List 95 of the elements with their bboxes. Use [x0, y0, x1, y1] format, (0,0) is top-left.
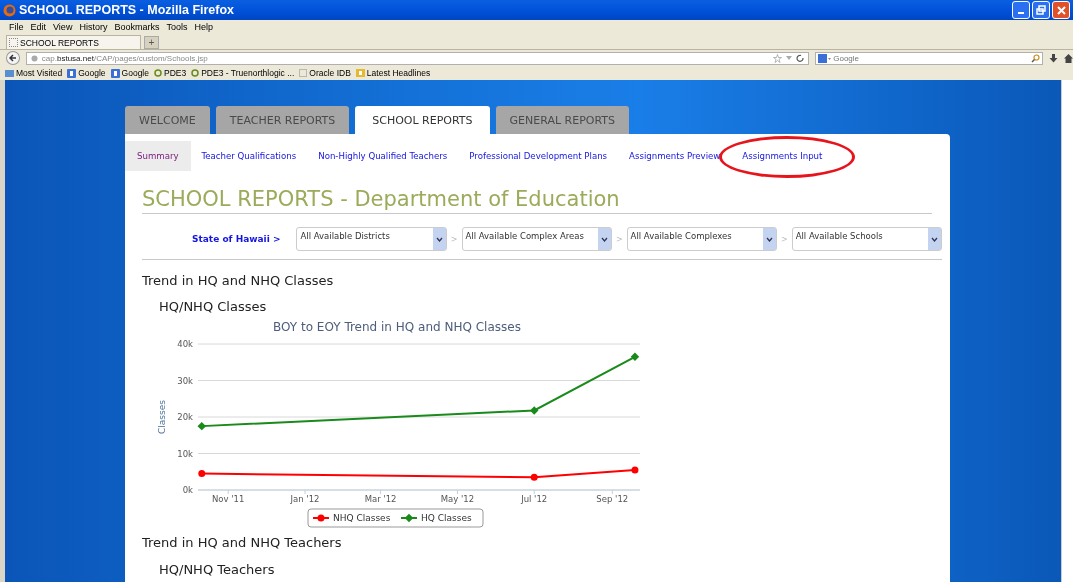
legend-marker-icon: [400, 513, 418, 523]
menu-item[interactable]: Tools: [166, 21, 188, 32]
breadcrumb-link[interactable]: State of Hawaii >: [192, 234, 281, 244]
tick-label: Jul '12: [521, 494, 548, 504]
bookmark-item[interactable]: Most Visited: [5, 68, 63, 78]
back-button[interactable]: [6, 51, 20, 65]
breadcrumb-separator: >: [450, 234, 458, 244]
point: [631, 466, 639, 474]
subnav-link[interactable]: Assignments Preview: [618, 141, 732, 171]
minimize-button[interactable]: [1012, 1, 1030, 19]
google-icon: [110, 68, 120, 78]
leaf-icon: [191, 69, 200, 77]
tick-label: Jan '12: [290, 494, 320, 504]
tick-label: 20k: [177, 412, 193, 422]
filter-dropdown[interactable]: All Available Districts: [296, 227, 447, 251]
scrollbar[interactable]: [1061, 80, 1073, 582]
star-icon[interactable]: [773, 53, 783, 63]
back-arrow-icon: [8, 54, 17, 62]
firefox-icon: [3, 3, 16, 17]
restore-icon: [1036, 5, 1046, 15]
subnav-link[interactable]: Summary: [125, 141, 191, 171]
tick-label: 0k: [182, 485, 193, 495]
legend-marker-icon: [312, 514, 330, 522]
bookmark-item[interactable]: Google: [67, 68, 106, 78]
google-icon: [67, 68, 77, 78]
menu-item[interactable]: Edit: [30, 21, 47, 32]
section-heading: Trend in HQ and NHQ Classes: [142, 273, 335, 288]
page-title: SCHOOL REPORTS - Department of Education: [142, 187, 932, 214]
menu-item[interactable]: Help: [194, 21, 213, 32]
bookmark-item[interactable]: PDE3: [154, 68, 187, 78]
reload-icon[interactable]: [796, 54, 805, 62]
page-icon: [299, 69, 308, 77]
search-icon[interactable]: [1031, 53, 1041, 63]
filter-dropdown[interactable]: All Available Schools: [791, 227, 942, 251]
point: [530, 473, 538, 481]
bookmark-item[interactable]: Google: [110, 68, 149, 78]
chevron-down-icon: [765, 236, 773, 242]
chevron-down-icon: [435, 236, 443, 242]
url-text: cap.bstusa.net/CAP/pages/custom/Schools.jsp: [41, 53, 209, 63]
menu-item[interactable]: History: [79, 21, 108, 32]
feed-folder-icon: [355, 68, 365, 78]
tick-label: May '12: [440, 494, 475, 504]
menu-item[interactable]: File: [9, 21, 24, 32]
chart-heading: HQ/NHQ Teachers: [159, 562, 276, 577]
nav-tab[interactable]: SCHOOL REPORTS: [355, 106, 490, 134]
tick-label: Nov '11: [212, 494, 245, 504]
subnav-link[interactable]: Assignments Input: [731, 141, 834, 171]
bookmark-item[interactable]: PDE3 - Truenorthlogic ...: [191, 68, 295, 78]
section-heading: Trend in HQ and NHQ Teachers: [142, 535, 343, 550]
breadcrumb-separator: >: [615, 234, 623, 244]
point: [198, 470, 206, 478]
tick-label: Mar '12: [364, 494, 397, 504]
filter-dropdown[interactable]: All Available Complex Areas: [461, 227, 612, 251]
menu-item[interactable]: Bookmarks: [114, 21, 160, 32]
legend-label[interactable]: HQ Classes: [421, 513, 472, 523]
subnav-link[interactable]: Non-Highly Qualified Teachers: [307, 141, 459, 171]
close-icon: [1056, 5, 1066, 15]
new-tab-button[interactable]: +: [144, 36, 159, 49]
chevron-down-icon: [600, 236, 608, 242]
download-icon[interactable]: [1049, 53, 1059, 63]
google-icon[interactable]: [818, 53, 832, 63]
bookmark-item[interactable]: Oracle IDB: [299, 68, 351, 78]
browser-tab[interactable]: SCHOOL REPORTS: [6, 35, 141, 49]
chevron-down-icon: [931, 236, 938, 242]
bookmark-item[interactable]: Latest Headlines: [355, 68, 431, 78]
subnav-link[interactable]: Professional Development Plans: [458, 141, 619, 171]
address-bar[interactable]: cap.bstusa.net/CAP/pages/custom/Schools.jsp: [25, 51, 810, 65]
axis-title: Classes: [157, 400, 167, 434]
chart-heading: HQ/NHQ Classes: [159, 299, 268, 314]
tick-label: 30k: [177, 375, 193, 386]
tick-label: Sep '12: [596, 494, 629, 504]
page-icon: [9, 38, 18, 47]
point: [197, 421, 207, 431]
nav-tab[interactable]: GENERAL REPORTS: [495, 106, 629, 134]
leaf-icon: [154, 69, 162, 77]
caret-icon[interactable]: [786, 56, 793, 60]
close-button[interactable]: [1052, 1, 1070, 19]
folder-icon: [5, 68, 14, 78]
tick-label: 10k: [177, 448, 193, 459]
chart-title: BOY to EOY Trend in HQ and NHQ Classes: [273, 320, 521, 334]
nav-tab[interactable]: WELCOME: [125, 106, 210, 134]
restore-button[interactable]: [1032, 1, 1050, 19]
tick-label: 40k: [177, 339, 193, 349]
menu-item[interactable]: View: [53, 21, 73, 32]
window-title: SCHOOL REPORTS - Mozilla Firefox: [19, 3, 235, 17]
subnav-link[interactable]: Teacher Qualifications: [190, 141, 308, 171]
globe-icon: [30, 54, 38, 62]
breadcrumb-separator: >: [780, 234, 788, 244]
search-field[interactable]: Google: [815, 51, 1044, 65]
point: [529, 406, 539, 415]
filter-dropdown[interactable]: All Available Complexes: [626, 227, 777, 251]
legend-label[interactable]: NHQ Classes: [333, 513, 391, 523]
point: [630, 352, 640, 362]
nav-tab[interactable]: TEACHER REPORTS: [215, 106, 350, 134]
home-icon[interactable]: [1064, 53, 1073, 63]
